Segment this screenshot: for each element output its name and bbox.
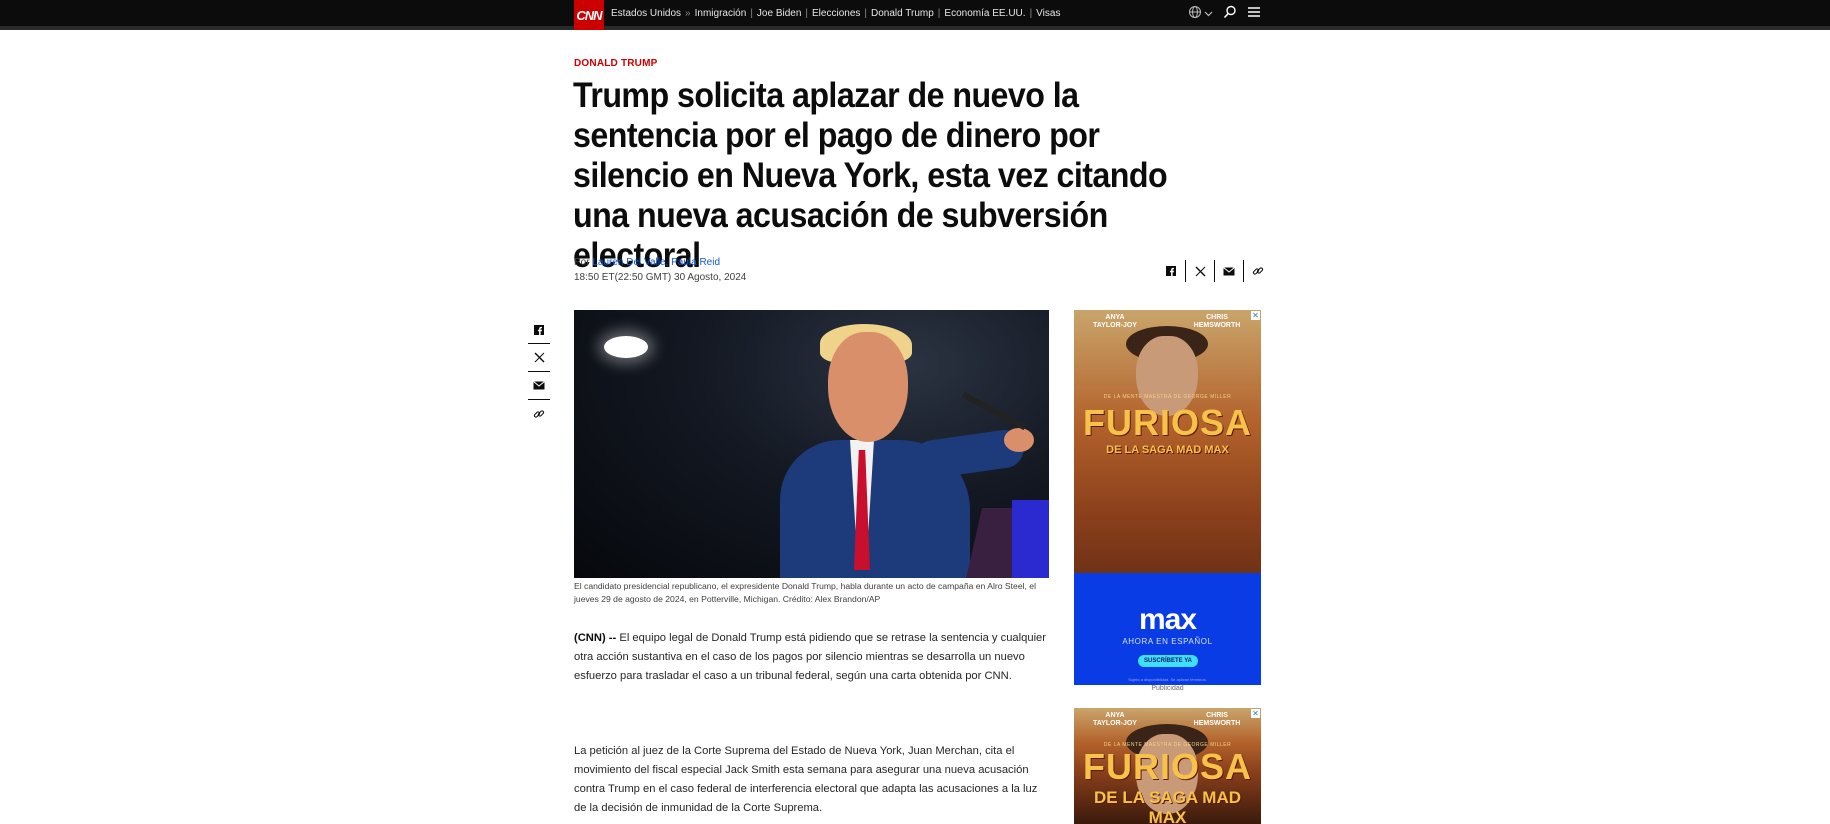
share-bar-top xyxy=(1157,260,1272,282)
breadcrumb-arrow: » xyxy=(685,8,691,19)
nav-links: Estados Unidos » Inmigración | Joe Biden… xyxy=(611,8,1060,19)
paragraph-1-text: El equipo legal de Donald Trump está pid… xyxy=(574,632,1046,682)
menu-icon[interactable] xyxy=(1247,6,1261,21)
nav-divider: | xyxy=(864,8,867,19)
ad-actor-2: CHRIS HEMSWORTH xyxy=(1193,712,1241,727)
max-subline: AHORA EN ESPAÑOL xyxy=(1122,637,1213,646)
facebook-icon[interactable] xyxy=(1157,260,1185,282)
ad-movie-subtitle: DE LA SAGA MAD MAX xyxy=(1106,444,1229,456)
nav-item-joe-biden[interactable]: Joe Biden xyxy=(757,8,801,19)
nav-item-economia[interactable]: Economía EE.UU. xyxy=(944,8,1025,19)
advertisement-furiosa-max[interactable]: ANYA TAYLOR-JOY CHRIS HEMSWORTH DE LA ME… xyxy=(1074,310,1261,685)
article-headline: Trump solicita aplazar de nuevo la sente… xyxy=(573,76,1168,275)
cnn-logo[interactable]: CNN xyxy=(574,0,604,30)
article-paragraph-1: (CNN) -- El equipo legal de Donald Trump… xyxy=(574,629,1049,686)
chevron-down-icon[interactable] xyxy=(1204,7,1213,21)
article-timestamp: 18:50 ET(22:50 GMT) 30 Agosto, 2024 xyxy=(574,272,747,283)
search-icon[interactable] xyxy=(1223,5,1237,22)
ad-actor-2: CHRIS HEMSWORTH xyxy=(1193,314,1241,329)
email-icon[interactable] xyxy=(528,372,550,400)
byline-prefix: Por xyxy=(574,257,590,268)
photo-hand xyxy=(1004,428,1034,452)
max-logo: max xyxy=(1138,603,1197,636)
ad-actor-1: ANYA TAYLOR-JOY xyxy=(1093,314,1137,329)
photo-ceiling-light xyxy=(604,336,648,358)
ad-movie-subtitle: DE LA SAGA MAD MAX xyxy=(1093,788,1241,824)
nav-item-visas[interactable]: Visas xyxy=(1036,8,1060,19)
photo-podium-panel xyxy=(1012,500,1049,578)
nav-divider: | xyxy=(937,8,941,19)
photo-caption: El candidato presidencial republicano, e… xyxy=(574,581,1036,604)
article-paragraph-2: La petición al juez de la Corte Suprema … xyxy=(574,745,1038,814)
ad-cast: ANYA TAYLOR-JOY CHRIS HEMSWORTH xyxy=(1074,314,1261,330)
nav-section-estados-unidos[interactable]: Estados Unidos xyxy=(611,8,681,19)
ad-fine-print: Sujeto a disponibilidad. Se aplican térm… xyxy=(1128,677,1207,682)
ad-movie-title: FURIOSA xyxy=(1083,402,1252,443)
link-icon[interactable] xyxy=(528,400,550,428)
photo-head xyxy=(828,332,908,442)
byline-authors[interactable]: Lauren Del Valle, Paula Reid xyxy=(592,257,720,268)
ad-close-icon[interactable]: ✕ xyxy=(1251,709,1260,718)
ad-max-panel: max AHORA EN ESPAÑOL SUSCRÍBETE YA Sujet… xyxy=(1074,573,1261,685)
nav-divider: | xyxy=(805,8,809,19)
ad-movie-title: FURIOSA xyxy=(1083,746,1252,787)
advertisement-furiosa-2[interactable]: ANYA TAYLOR-JOY CHRIS HEMSWORTH DE LA ME… xyxy=(1074,708,1261,824)
nav-divider: | xyxy=(1029,8,1033,19)
nav-actions xyxy=(1188,5,1261,22)
x-icon[interactable] xyxy=(1186,260,1214,282)
ad-subscribe-button[interactable]: SUSCRÍBETE YA xyxy=(1138,655,1198,667)
email-icon[interactable] xyxy=(1215,260,1243,282)
ad-label: Publicidad xyxy=(1151,685,1184,692)
article-kicker[interactable]: DONALD TRUMP xyxy=(574,58,658,69)
facebook-icon[interactable] xyxy=(528,316,550,344)
link-icon[interactable] xyxy=(1244,260,1272,282)
nav-divider: | xyxy=(750,8,753,19)
ad-tagline: DE LA MENTE MAESTRA DE GEORGE MILLER xyxy=(1103,394,1232,400)
globe-icon[interactable] xyxy=(1188,5,1202,22)
lead-photo[interactable] xyxy=(574,310,1049,578)
share-bar-side xyxy=(528,316,550,428)
nav-item-donald-trump[interactable]: Donald Trump xyxy=(871,8,934,19)
ad-close-icon[interactable]: ✕ xyxy=(1251,311,1260,320)
nav-item-elecciones[interactable]: Elecciones xyxy=(812,8,860,19)
nav-item-inmigracion[interactable]: Inmigración xyxy=(695,8,747,19)
ad-actor-1: ANYA TAYLOR-JOY xyxy=(1093,712,1137,727)
ad-cast: ANYA TAYLOR-JOY CHRIS HEMSWORTH xyxy=(1074,712,1261,728)
byline: Por Lauren Del Valle, Paula Reid xyxy=(574,257,720,268)
x-icon[interactable] xyxy=(528,344,550,372)
source-tag: (CNN) -- xyxy=(574,632,617,644)
top-navigation: CNN Estados Unidos » Inmigración | Joe B… xyxy=(0,0,1830,30)
